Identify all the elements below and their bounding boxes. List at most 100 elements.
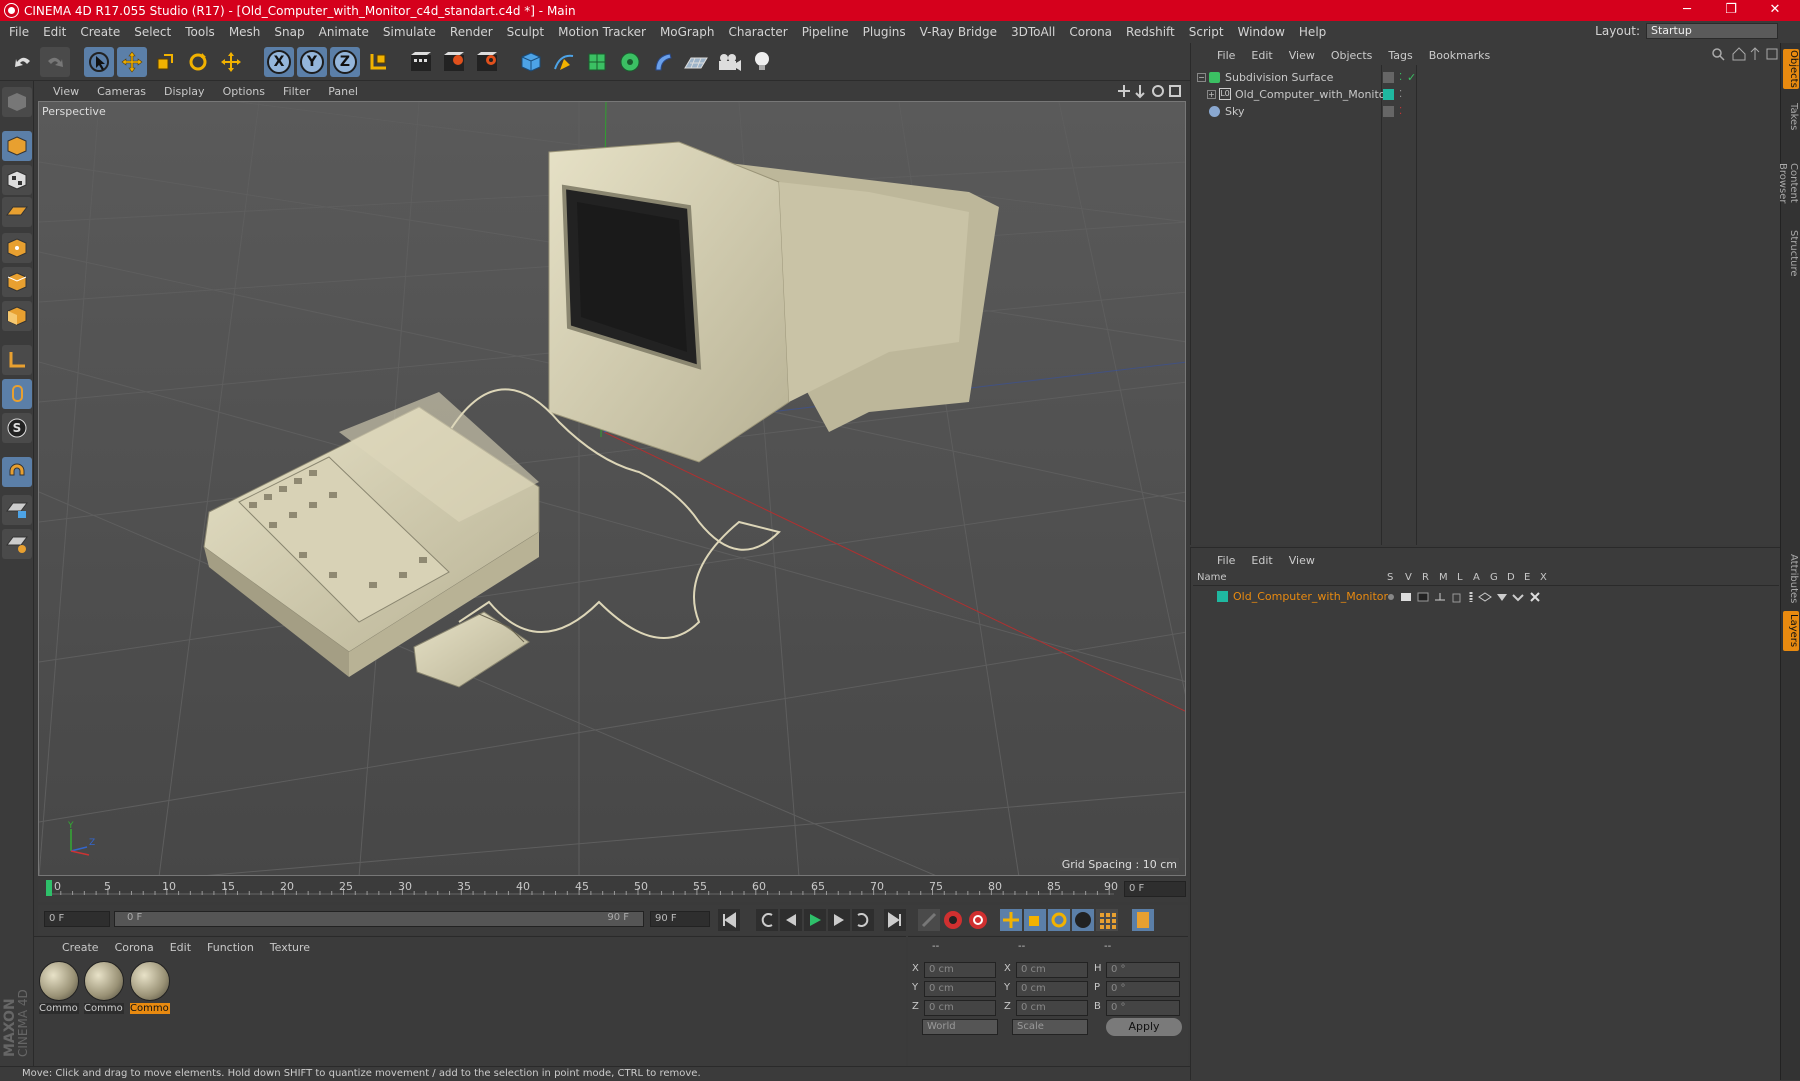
render-picture-viewer-icon[interactable]: [439, 47, 469, 77]
tab-content-browser[interactable]: Content Browser: [1777, 143, 1799, 223]
layer-tag-icon[interactable]: [1383, 106, 1394, 117]
objects-menu-bookmarks[interactable]: Bookmarks: [1421, 49, 1498, 62]
menu-help[interactable]: Help: [1292, 25, 1333, 39]
menu-animate[interactable]: Animate: [312, 25, 376, 39]
objects-menu-objects[interactable]: Objects: [1323, 49, 1381, 62]
end-frame-field[interactable]: 90 F: [650, 911, 710, 927]
transform-tool-icon[interactable]: [216, 47, 246, 77]
layer-col-m[interactable]: M: [1439, 572, 1448, 583]
objects-menu-file[interactable]: File: [1209, 49, 1243, 62]
workplane-mode-icon[interactable]: [2, 197, 32, 227]
frame-range-slider[interactable]: 0 F 90 F: [114, 911, 644, 927]
rot-b-field[interactable]: 0 °: [1106, 1000, 1180, 1016]
visibility-dots-icon[interactable]: ⁚: [1399, 86, 1402, 103]
layer-flag-icons[interactable]: [1385, 590, 1555, 604]
menu-sculpt[interactable]: Sculpt: [500, 25, 551, 39]
viewport-nav-icons[interactable]: [1118, 83, 1182, 99]
material-swatch[interactable]: Commo: [84, 961, 126, 1019]
menu-vray-bridge[interactable]: V-Ray Bridge: [913, 25, 1004, 39]
render-view-icon[interactable]: [406, 47, 436, 77]
rotate-tool-icon[interactable]: [183, 47, 213, 77]
menu-create[interactable]: Create: [73, 25, 127, 39]
perspective-viewport[interactable]: Perspective Y Z Grid Spacing : 10 cm: [38, 101, 1186, 876]
layer-col-x[interactable]: X: [1540, 572, 1547, 583]
camera-icon[interactable]: [714, 47, 744, 77]
redo-icon[interactable]: [40, 47, 70, 77]
tab-objects[interactable]: Objects: [1783, 49, 1799, 89]
objects-menu-tags[interactable]: Tags: [1380, 49, 1420, 62]
make-editable-icon[interactable]: [2, 87, 32, 117]
menu-tools[interactable]: Tools: [178, 25, 222, 39]
menu-pipeline[interactable]: Pipeline: [795, 25, 856, 39]
coordinate-mode-select[interactable]: Scale: [1012, 1019, 1088, 1035]
coordinate-space-select[interactable]: World: [922, 1019, 998, 1035]
render-settings-icon[interactable]: [472, 47, 502, 77]
layer-color-swatch[interactable]: [1217, 591, 1228, 602]
layer-row[interactable]: Old_Computer_with_Monitor: [1193, 588, 1779, 605]
tab-layers[interactable]: Layers: [1783, 611, 1799, 651]
expand-toggle-icon[interactable]: −: [1197, 73, 1206, 82]
close-button[interactable]: ✕: [1760, 0, 1790, 21]
menu-redshift[interactable]: Redshift: [1119, 25, 1182, 39]
layer-col-e[interactable]: E: [1524, 572, 1530, 583]
layer-col-d[interactable]: D: [1507, 572, 1515, 583]
tab-attributes[interactable]: Attributes: [1783, 551, 1799, 607]
maximize-button[interactable]: ❐: [1716, 0, 1746, 21]
material-menu-function[interactable]: Function: [199, 941, 262, 954]
menu-character[interactable]: Character: [721, 25, 794, 39]
tab-takes[interactable]: Takes: [1783, 97, 1799, 137]
pos-z-field[interactable]: 0 cm: [924, 1000, 996, 1016]
menu-file[interactable]: File: [2, 25, 36, 39]
menu-window[interactable]: Window: [1231, 25, 1292, 39]
expand-toggle-icon[interactable]: +: [1207, 90, 1216, 99]
object-row-sky[interactable]: Sky ⁚: [1193, 103, 1779, 120]
scale-tool-icon[interactable]: [150, 47, 180, 77]
start-frame-field[interactable]: 0 F: [44, 911, 110, 927]
viewport-menu-display[interactable]: Display: [155, 85, 214, 98]
playback-controls[interactable]: [718, 907, 1188, 933]
layout-select[interactable]: Startup: [1646, 23, 1778, 39]
menu-select[interactable]: Select: [127, 25, 178, 39]
size-x-field[interactable]: 0 cm: [1016, 962, 1088, 978]
timeline-ruler[interactable]: 0 5 10 15 20 25 30 35 40 45 50 55 60 65 …: [38, 878, 1188, 902]
floor-plane-icon[interactable]: [681, 47, 711, 77]
subdivision-surface-icon[interactable]: [582, 47, 612, 77]
menu-edit[interactable]: Edit: [36, 25, 73, 39]
size-z-field[interactable]: 0 cm: [1016, 1000, 1088, 1016]
rot-h-field[interactable]: 0 °: [1106, 962, 1180, 978]
current-frame-field[interactable]: 0 F: [1124, 881, 1186, 897]
menu-snap[interactable]: Snap: [267, 25, 311, 39]
viewport-menu-cameras[interactable]: Cameras: [88, 85, 155, 98]
viewport-menu-panel[interactable]: Panel: [319, 85, 367, 98]
menu-render[interactable]: Render: [443, 25, 500, 39]
polygons-mode-icon[interactable]: [2, 301, 32, 331]
texture-mode-icon[interactable]: [2, 165, 32, 195]
material-menu-edit[interactable]: Edit: [162, 941, 199, 954]
menu-script[interactable]: Script: [1182, 25, 1231, 39]
objects-menu-view[interactable]: View: [1281, 49, 1323, 62]
layer-col-g[interactable]: G: [1490, 572, 1498, 583]
rot-p-field[interactable]: 0 °: [1106, 981, 1180, 997]
layers-menu-edit[interactable]: Edit: [1243, 554, 1280, 567]
visibility-dots-icon[interactable]: ⁚: [1399, 103, 1402, 120]
x-axis-lock-button[interactable]: X: [264, 47, 294, 77]
material-swatch[interactable]: Commo: [39, 961, 81, 1019]
object-row-old-computer[interactable]: + L0 Old_Computer_with_Monitor ⁚: [1193, 86, 1779, 103]
objects-menu-edit[interactable]: Edit: [1243, 49, 1280, 62]
z-axis-lock-button[interactable]: Z: [330, 47, 360, 77]
cube-primitive-icon[interactable]: [516, 47, 546, 77]
model-mode-icon[interactable]: [2, 131, 32, 161]
material-menu-texture[interactable]: Texture: [262, 941, 318, 954]
size-y-field[interactable]: 0 cm: [1016, 981, 1088, 997]
coordinate-system-icon[interactable]: [363, 47, 393, 77]
enabled-check-icon[interactable]: ✓: [1407, 69, 1416, 86]
menu-mograph[interactable]: MoGraph: [653, 25, 722, 39]
deformer-bend-icon[interactable]: [648, 47, 678, 77]
layer-tag-icon[interactable]: [1383, 72, 1394, 83]
pos-x-field[interactable]: 0 cm: [924, 962, 996, 978]
spline-pen-icon[interactable]: [549, 47, 579, 77]
lock-workplane-icon[interactable]: [2, 495, 32, 525]
tab-structure[interactable]: Structure: [1783, 227, 1799, 279]
layer-col-r[interactable]: R: [1422, 572, 1429, 583]
object-row-subdivision-surface[interactable]: − Subdivision Surface ⁚ ✓: [1193, 69, 1779, 86]
